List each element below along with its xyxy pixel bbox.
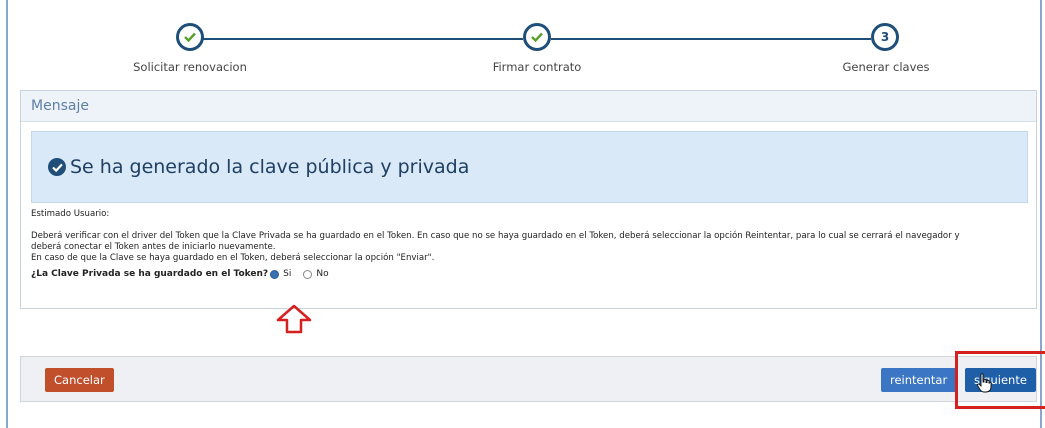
stepper-line [551,38,871,40]
step-1-complete-icon [176,23,204,51]
panel-title: Mensaje [21,91,1036,122]
token-question: ¿La Clave Privada se ha guardado en el T… [31,269,269,279]
radio-si[interactable] [270,270,280,279]
hand-cursor-icon [976,373,992,393]
success-banner: Se ha generado la clave pública y privad… [31,131,1028,203]
action-footer: Cancelar reintentar siguiente [20,356,1037,402]
retry-button[interactable]: reintentar [881,368,957,392]
step-3-current: 3 [871,23,899,51]
step-2-complete-icon [523,23,551,51]
radio-no[interactable] [303,270,313,279]
instruction-paragraph-2: En caso de que la Clave se haya guardado… [31,253,435,263]
progress-stepper: 3 Solicitar renovacion Firmar contrato G… [8,0,1040,86]
stepper-line [203,38,523,40]
radio-no-label[interactable]: No [316,269,328,280]
cancel-button[interactable]: Cancelar [45,368,114,392]
success-message: Se ha generado la clave pública y privad… [70,156,470,178]
radio-si-label[interactable]: Si [283,269,291,280]
check-circle-icon [48,158,66,176]
token-question-row: ¿La Clave Privada se ha guardado en el T… [31,269,1031,280]
highlight-box [955,351,1045,409]
step-2-label: Firmar contrato [492,60,582,74]
step-3-label: Generar claves [842,60,930,74]
step-1-label: Solicitar renovacion [133,60,247,74]
app-frame: 3 Solicitar renovacion Firmar contrato G… [6,0,1045,428]
message-body: Estimado Usuario: Deberá verificar con e… [31,209,1031,280]
instruction-paragraph-continued: deberá conectar el Token antes de inicia… [31,242,276,252]
message-panel: Mensaje Se ha generado la clave pública … [20,90,1037,309]
up-arrow-annotation-icon [276,304,312,334]
step-3-number: 3 [880,30,890,44]
instruction-paragraph: Deberá verificar con el driver del Token… [31,231,960,241]
greeting-text: Estimado Usuario: [31,209,110,219]
